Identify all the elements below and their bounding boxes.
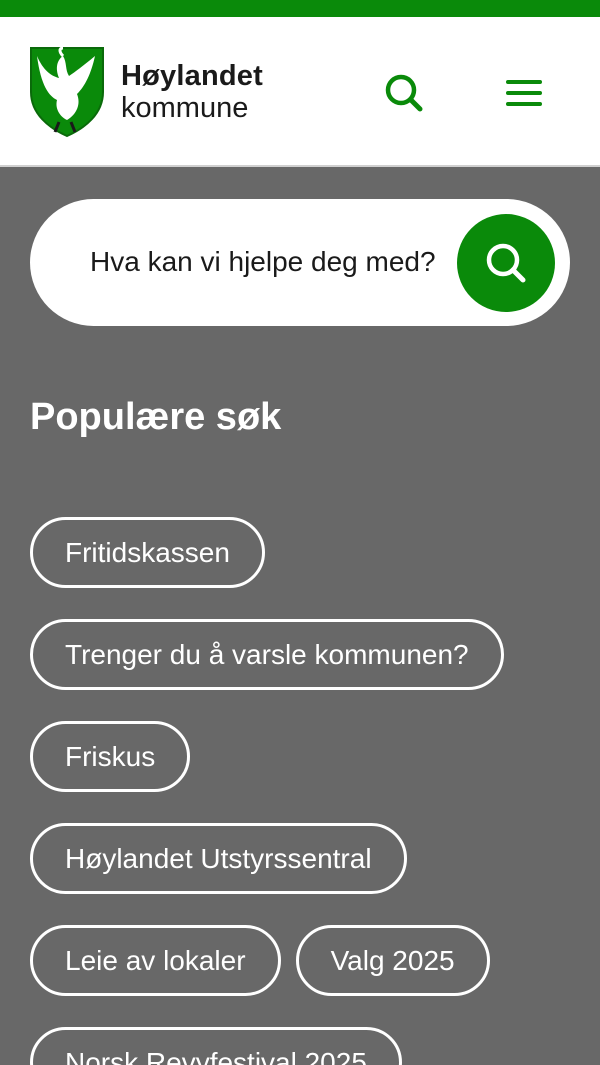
hamburger-menu-icon [506, 80, 542, 106]
search-icon [385, 74, 423, 112]
popular-search-chip[interactable]: Norsk Revyfestival 2025 [30, 1027, 402, 1065]
site-search-form [30, 199, 570, 326]
popular-search-chip[interactable]: Høylandet Utstyrssentral [30, 823, 407, 894]
popular-search-chip[interactable]: Trenger du å varsle kommunen? [30, 619, 504, 690]
logo-subtitle: kommune [121, 92, 249, 124]
popular-searches-list: Fritidskassen Trenger du å varsle kommun… [30, 517, 570, 1065]
popular-search-chip[interactable]: Fritidskassen [30, 517, 265, 588]
popular-search-chip[interactable]: Leie av lokaler [30, 925, 281, 996]
search-icon [486, 243, 526, 283]
logo-name: Høylandet [121, 59, 263, 92]
search-input[interactable] [90, 233, 450, 291]
site-header: Høylandet kommune [0, 17, 600, 167]
popular-searches-heading: Populære søk [30, 396, 282, 438]
brand-top-strip [0, 0, 600, 17]
municipality-crest-icon [30, 46, 104, 138]
home-logo-link[interactable]: Høylandet kommune [29, 46, 263, 138]
header-search-button[interactable] [378, 67, 430, 119]
popular-search-chip[interactable]: Friskus [30, 721, 191, 792]
popular-search-chip[interactable]: Valg 2025 [295, 925, 490, 996]
menu-button[interactable] [498, 67, 550, 119]
search-submit-button[interactable] [457, 214, 555, 312]
logo-wordmark: Høylandet kommune [121, 60, 263, 125]
